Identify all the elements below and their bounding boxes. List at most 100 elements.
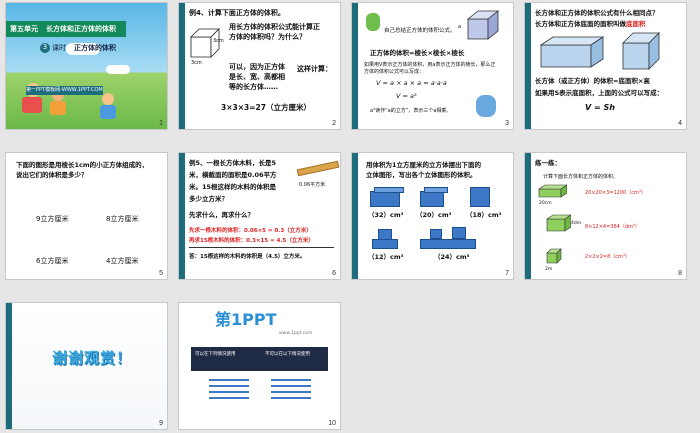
slide-thumbnail-1[interactable]: 第五单元 长方体和正方体的体积 3 课时 正方体的体积 第一PPT模板网-WWW… [5,2,168,130]
answer-line-1: 可以，因为正方体 [229,63,285,71]
step-1: 先求一根木料的体积：0.06×5 = 0.3（立方米） [189,228,312,234]
cuboid-illustration [538,184,567,198]
rule-line-1: 长方体（或正方体）的体积=底面积×高 [535,77,650,85]
rule-line-2: 如果用S表示底面积，上面的公式可以写成： [535,89,664,97]
answer-b: 8立方厘米 [106,215,139,223]
cube-stack-shape [372,239,398,249]
slide-number: 10 [328,420,336,427]
slide-number: 5 [159,270,163,277]
step-2: 再求15根木料的体积：0.3×15 = 4.5（立方米） [189,238,314,244]
slide-sidebar [525,3,531,129]
dimension-label: 2m [545,267,553,272]
base-area-word: 底面积 [626,20,646,28]
volume-answer: （12）cm³ [368,253,404,261]
base-area-line: 长方体和正方体底面的面积叫做底面积 [535,20,646,28]
slide-number: 6 [332,270,336,277]
cube-stack-shape [420,191,444,207]
cube-stack-shape [430,229,442,239]
volume-answer: （32）cm³ [368,211,404,219]
usage-allowed-title: 可以在下列情况使用 [195,352,236,357]
calc-label: 这样计算： [297,65,332,73]
formula-1: 20×20×3=1200（cm³） [585,190,646,196]
cube-illustration [546,248,562,264]
slide-thumbnail-7[interactable]: 用体积为1立方厘米的立方体摆出下面的 立体图形，写出各个立体图形的体积。 （32… [351,152,514,280]
dimension-label: 4dm [571,221,582,226]
child-shirt [22,97,42,113]
slide-sidebar [179,153,185,279]
link-bar [209,391,249,393]
intro-line-1: 用体积为1立方厘米的立方体摆出下面的 [366,161,482,169]
volume-answer: （24）cm³ [434,253,470,261]
cube-stack-shape [424,187,448,193]
cube-stack-shape [470,187,490,207]
description-line-2: 方体的体积公式可以写成： [364,69,425,75]
cube-stack-shape [374,187,404,193]
answer-d: 4立方厘米 [106,257,139,265]
exercise-instruction: 计算下面长方体和正方体的体积。 [543,174,619,180]
cuboid-illustration [546,214,571,232]
formula-long: V = a × a × a = a·a·a [376,79,447,87]
dimension-label: 20cm [539,201,552,206]
link-bar [209,397,249,399]
child-shirt [50,101,66,115]
formula-short: V = a³ [396,92,417,100]
problem-line-1: 例5、一根长方体木料，长是5 [189,159,277,167]
cube-stack-shape [420,239,476,249]
cloud [106,65,130,74]
slide-thumbnail-8[interactable]: 练一练： 计算下面长方体和正方体的体积。 20cm 20×20×3=1200（c… [524,152,687,280]
slide-thumbnail-5[interactable]: 下面的图形是用棱长1cm的小正方体组成的， 说出它们的体积是多少？ 9立方厘米 … [5,152,168,280]
thanks-text: 谢谢观赏！ [52,349,133,367]
question-line-2: 方体的体积吗？为什么？ [229,33,306,41]
intro-line-2: 立体图形，写出各个立体图形的体积。 [366,171,477,179]
answer-line-2: 是长、宽、高都相 [229,73,285,81]
slide-thumbnail-4[interactable]: 长方体和正方体的体积公式有什么相同点？ 长方体和正方体底面的面积叫做底面积 长方… [524,2,687,130]
guide-question: 先求什么，再求什么？ [189,211,254,219]
brand-url: www.1ppt.com [279,331,313,336]
slide-number: 8 [678,270,682,277]
volume-answer: （18）cm³ [466,211,502,219]
slide-thumbnail-2[interactable]: 例4、计算下面正方体的体积。 3cm 3cm 用长方体的体积公式能计算正 方体的… [178,2,341,130]
slide-thumbnail-10[interactable]: 第1PPT www.1ppt.com 可以在下列情况使用 不可以在以下情况使用 … [178,302,341,430]
problem-line-2: 米，横截面的面积是0.06平方 [189,171,277,179]
cube-stack-shape [452,227,466,239]
divider [189,247,334,248]
child-shirt [100,105,116,119]
lesson-badge: 3 [40,43,50,53]
link-bar [209,379,249,381]
note-text: a³读作“a的立方”，表示三个a相乘。 [370,108,452,114]
slide-number: 2 [332,120,336,127]
slide-number: 7 [505,270,509,277]
link-bar [271,385,311,387]
answer-c: 6立方厘米 [36,257,69,265]
problem-line-3: 米。15根这样的木料的体积是 [189,183,277,191]
slide-sidebar [6,303,12,429]
formula-3: 2×2×2=8（cm³） [585,254,630,260]
example-title: 例4、计算下面正方体的体积。 [189,9,285,17]
lesson-label: 课时 [52,44,66,52]
formula-vsh: V = Sh [585,103,615,112]
formula-2: 8×12×4=384（dm³） [585,224,640,230]
cube-illustration [622,32,660,70]
slide-number: 1 [159,120,163,127]
website-text: 第一PPT模板网-WWW.1PPT.COM [26,86,103,95]
cuboid-illustration [539,36,605,68]
usage-forbidden-title: 不可以在以下情况使用 [265,352,310,357]
problem-line-4: 多少立方米？ [189,195,228,203]
slide-sidebar [179,3,185,129]
slide-thumbnail-9[interactable]: 谢谢观赏！ 9 [5,302,168,430]
slide-thumbnail-3[interactable]: 自己总结正方体的体积公式。 a 正方体的体积=棱长×棱长×棱长 如果用V表示正方… [351,2,514,130]
volume-answer: （20）cm³ [416,211,452,219]
slide-sidebar [352,153,358,279]
brand-logo: 第1PPT [215,310,277,329]
slide-thumbnail-6[interactable]: 例5、一根长方体木料，长是5 米，横截面的面积是0.06平方 米。15根这样的木… [178,152,341,280]
wood-beam-illustration [296,160,340,177]
slide-sidebar [352,3,358,129]
intro-line-1: 下面的图形是用棱长1cm的小正方体组成的， [16,161,149,169]
question-line-1: 用长方体的体积公式能计算正 [229,23,320,31]
unit-title: 长方体和正方体的体积 [46,25,116,33]
intro-line-2: 说出它们的体积是多少？ [16,171,88,179]
answer-text: 答：15根这样的木料的体积是（4.5）立方米。 [189,254,306,260]
exercise-title: 练一练： [535,159,561,167]
link-bar [209,385,249,387]
cube-illustration [466,10,500,40]
